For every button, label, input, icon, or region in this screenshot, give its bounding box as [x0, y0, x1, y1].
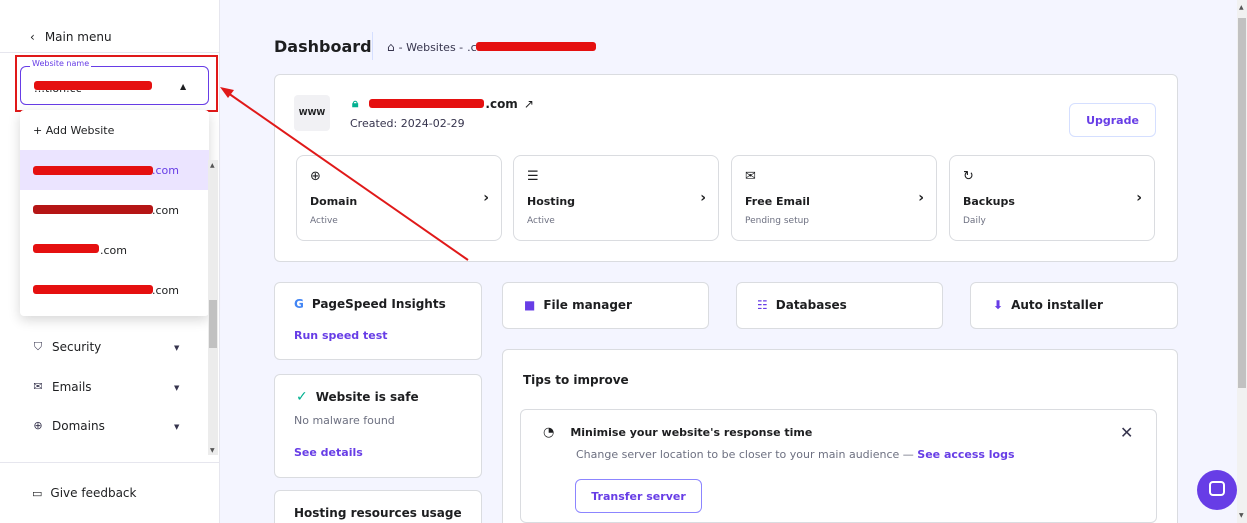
- scroll-down-arrow-icon[interactable]: ▼: [1239, 512, 1244, 519]
- sidebar-divider: [0, 52, 220, 53]
- file-manager-label: File manager: [543, 298, 632, 312]
- redaction-mark: [33, 205, 153, 214]
- transfer-server-button[interactable]: Transfer server: [575, 479, 702, 513]
- breadcrumb-text[interactable]: - Websites -: [399, 41, 464, 54]
- folder-icon: ■: [524, 298, 536, 312]
- sidebar-item-domains[interactable]: ⊕ Domains: [32, 419, 105, 433]
- annotation-highlight-box: [15, 55, 218, 112]
- pagespeed-title-text: PageSpeed Insights: [311, 297, 446, 311]
- mail-icon: ✉: [745, 169, 756, 184]
- home-icon[interactable]: ⌂: [387, 40, 395, 54]
- sidebar-item-security[interactable]: ⛉ Security: [32, 340, 101, 354]
- sidebar-item-label: Security: [52, 340, 102, 354]
- chevron-right-icon: ›: [1136, 190, 1142, 206]
- service-tile-hosting[interactable]: ☰ Hosting Active ›: [513, 155, 719, 241]
- external-link-icon[interactable]: ↗: [524, 97, 534, 111]
- chevron-down-icon[interactable]: ▼: [174, 423, 179, 431]
- shield-icon: ⛉: [33, 340, 43, 353]
- redaction-mark: [476, 42, 596, 51]
- tip-item-title: ◔ Minimise your website's response time: [543, 425, 812, 440]
- page-scrollbar-thumb[interactable]: [1238, 18, 1246, 388]
- sidebar-divider: [0, 462, 220, 463]
- main-menu-label: Main menu: [44, 30, 112, 44]
- run-speed-test-link[interactable]: Run speed test: [294, 329, 388, 342]
- sidebar-item-label: Domains: [52, 419, 105, 433]
- chevron-down-icon[interactable]: ▼: [174, 384, 179, 392]
- chevron-right-icon: ›: [918, 190, 924, 206]
- google-icon: G: [294, 297, 304, 311]
- redaction-mark: [369, 99, 484, 108]
- service-name: Backups: [963, 195, 1015, 208]
- tip-item-description: Change server location to be closer to y…: [576, 448, 1015, 461]
- scroll-up-arrow-icon[interactable]: ▲: [1239, 4, 1244, 11]
- scroll-down-arrow-icon[interactable]: ▼: [210, 447, 215, 454]
- lock-icon: 🔒︎: [352, 96, 359, 110]
- tips-title: Tips to improve: [523, 373, 629, 387]
- close-icon[interactable]: ✕: [1120, 423, 1133, 442]
- service-status: Pending setup: [745, 216, 810, 226]
- header-divider: [372, 32, 373, 60]
- pagespeed-title: G PageSpeed Insights: [294, 297, 446, 311]
- service-tile-domain[interactable]: ⊕ Domain Active ›: [296, 155, 502, 241]
- website-domain-suffix: .com: [485, 96, 518, 111]
- databases-label: Databases: [775, 298, 847, 312]
- database-icon: ☷: [757, 298, 768, 312]
- checkmark-icon: ✓: [296, 389, 308, 405]
- service-name: Free Email: [745, 195, 810, 208]
- tip-item-title-text: Minimise your website's response time: [570, 426, 813, 439]
- scroll-up-arrow-icon[interactable]: ▲: [210, 162, 215, 169]
- safety-title-text: Website is safe: [315, 390, 419, 404]
- file-manager-label-wrap: ■ File manager: [524, 298, 632, 312]
- server-icon: ☰: [527, 169, 539, 184]
- website-created-date: Created: 2024-02-29: [350, 117, 465, 130]
- service-status: Active: [310, 216, 338, 226]
- service-name: Hosting: [527, 195, 576, 208]
- feedback-icon: ▭: [32, 486, 43, 500]
- upgrade-button[interactable]: Upgrade: [1069, 103, 1156, 137]
- globe-icon: ⊕: [33, 419, 43, 432]
- auto-installer-label: Auto installer: [1011, 298, 1103, 312]
- chevron-down-icon[interactable]: ▼: [174, 344, 179, 352]
- hosting-usage-title: Hosting resources usage: [294, 506, 462, 520]
- sidebar-item-label: Emails: [52, 380, 92, 394]
- add-website-option[interactable]: + Add Website: [20, 110, 209, 150]
- give-feedback-link[interactable]: ▭ Give feedback: [32, 486, 136, 500]
- auto-installer-button[interactable]: ⬇ Auto installer: [970, 282, 1178, 329]
- annotation-arrow-head: [220, 87, 234, 98]
- redaction-mark: [33, 285, 153, 294]
- see-access-logs-link[interactable]: See access logs: [917, 448, 1014, 461]
- give-feedback-label: Give feedback: [50, 486, 137, 500]
- main-menu-link[interactable]: ‹ Main menu: [30, 30, 112, 44]
- see-details-link[interactable]: See details: [294, 446, 363, 459]
- speedometer-icon: ◔: [543, 425, 555, 440]
- download-icon: ⬇: [993, 298, 1004, 312]
- sidebar-scrollbar-thumb[interactable]: [209, 300, 217, 348]
- databases-label-wrap: ☷ Databases: [757, 298, 847, 312]
- service-tile-free-email[interactable]: ✉ Free Email Pending setup ›: [731, 155, 937, 241]
- chat-icon: [1209, 481, 1225, 496]
- databases-button[interactable]: ☷ Databases: [736, 282, 943, 329]
- pagespeed-card: [274, 282, 482, 360]
- redaction-mark: [33, 244, 99, 253]
- tip-desc-text: Change server location to be closer to y…: [576, 448, 914, 461]
- globe-icon: ⊕: [310, 169, 321, 184]
- service-name: Domain: [310, 195, 358, 208]
- chevron-right-icon: ›: [483, 190, 489, 206]
- service-status: Daily: [963, 216, 986, 226]
- file-manager-button[interactable]: ■ File manager: [502, 282, 709, 329]
- service-status: Active: [527, 216, 555, 226]
- safety-subtitle: No malware found: [294, 414, 395, 427]
- redaction-mark: [33, 166, 153, 175]
- safety-title: ✓ Website is safe: [296, 389, 419, 405]
- page-title: Dashboard: [274, 37, 372, 56]
- mail-icon: ✉: [33, 380, 43, 393]
- sidebar-item-emails[interactable]: ✉ Emails: [32, 380, 92, 394]
- chevron-right-icon: ›: [700, 190, 706, 206]
- chevron-left-icon: ‹: [30, 30, 35, 44]
- website-icon: WWW: [294, 95, 330, 131]
- backup-icon: ↻: [963, 169, 974, 184]
- service-tile-backups[interactable]: ↻ Backups Daily ›: [949, 155, 1155, 241]
- auto-installer-label-wrap: ⬇ Auto installer: [993, 298, 1103, 312]
